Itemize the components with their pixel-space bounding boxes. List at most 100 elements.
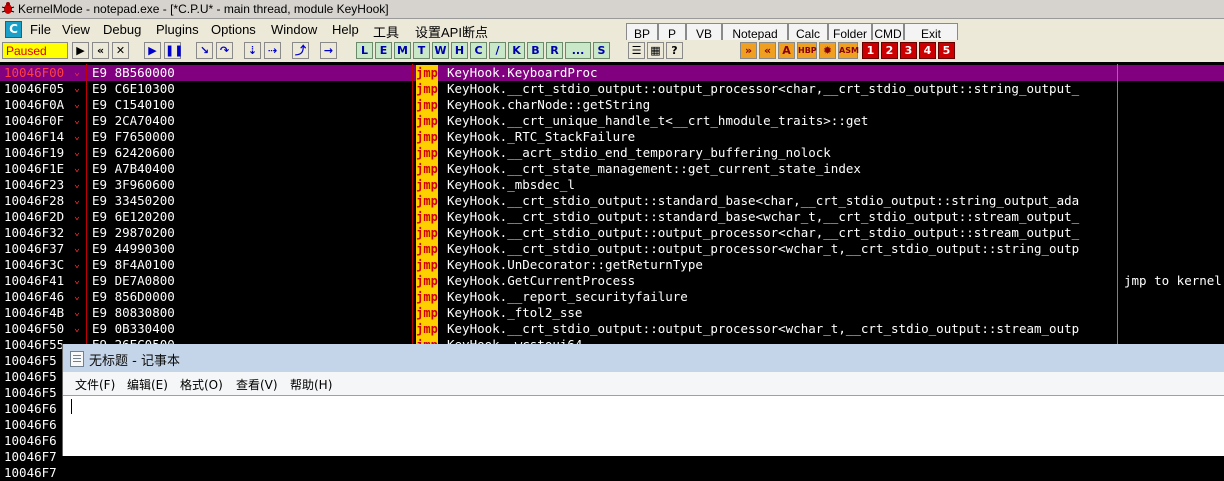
notepad-title: 无标题 - 记事本 <box>89 354 180 369</box>
jump-marker-icon: ⌄ <box>74 163 81 174</box>
trace-into-icon[interactable]: ⇣ <box>244 42 261 59</box>
partial-address: 10046F7 <box>4 465 57 480</box>
disasm-hex-bytes: E9 8B560000 <box>92 65 175 80</box>
menu-window[interactable]: Window <box>271 22 317 37</box>
step-into-icon[interactable]: ↘ <box>196 42 213 59</box>
run-icon[interactable]: ▶ <box>144 42 161 59</box>
windows-window-button[interactable]: W <box>432 42 449 59</box>
disasm-row[interactable]: 10046F4B ⌄ E9 80830800 jmp KeyHook._ftol2_ss… <box>0 305 1224 321</box>
disasm-address: 10046F32 <box>4 225 65 240</box>
disasm-row[interactable]: 10046F3C ⌄ E9 8F4A0100 jmp KeyHook.UnDecorat… <box>0 257 1224 273</box>
notepad-menu-format[interactable]: 格式(O) <box>180 376 223 393</box>
disasm-address: 10046F46 <box>4 289 65 304</box>
menu-file[interactable]: File <box>30 22 51 37</box>
breakpoints-window-button[interactable]: B <box>527 42 544 59</box>
disasm-hex-bytes: E9 6E120200 <box>92 209 175 224</box>
partial-address: 10046F6 <box>4 401 57 416</box>
patches-window-button[interactable]: / <box>489 42 506 59</box>
disasm-instruction: KeyHook._RTC_StackFailure <box>447 129 636 144</box>
handles-window-button[interactable]: H <box>451 42 468 59</box>
trace-over-icon[interactable]: ⇢ <box>264 42 281 59</box>
cpu-window-icon[interactable]: C <box>5 21 22 38</box>
notepad-menu-help[interactable]: 帮助(H) <box>290 376 332 393</box>
disasm-address: 10046F2D <box>4 209 65 224</box>
disasm-row[interactable]: 10046F05 ⌄ E9 C6E10300 jmp KeyHook.__crt_std… <box>0 81 1224 97</box>
menu-view[interactable]: View <box>62 22 90 37</box>
jump-marker-icon: ⌄ <box>74 323 81 334</box>
call-stack-window-button[interactable]: K <box>508 42 525 59</box>
source-window-button[interactable]: S <box>593 42 610 59</box>
disasm-hex-bytes: E9 856D0000 <box>92 289 175 304</box>
plugin-arrows-icon[interactable]: » <box>740 42 757 59</box>
notepad-window[interactable]: 无标题 - 记事本 文件(F) 编辑(E) 格式(O) 查看(V) 帮助(H) <box>62 344 1224 456</box>
jmp-badge: jmp <box>416 273 438 289</box>
grid-icon[interactable]: ▦ <box>647 42 664 59</box>
disasm-hex-bytes: E9 80830800 <box>92 305 175 320</box>
open-icon[interactable]: ▶ <box>72 42 89 59</box>
step-over-icon[interactable]: ↷ <box>216 42 233 59</box>
menu-options[interactable]: Options <box>211 22 256 37</box>
plugin-1-button[interactable]: 1 <box>862 42 879 59</box>
menu-plugins[interactable]: Plugins <box>156 22 199 37</box>
menu-tools[interactable]: 工具 <box>373 22 399 41</box>
disasm-row[interactable]: 10046F46 ⌄ E9 856D0000 jmp KeyHook.__report_… <box>0 289 1224 305</box>
jmp-badge: jmp <box>416 113 438 129</box>
status-paused-badge: Paused <box>2 42 68 59</box>
title-bar: KernelMode - notepad.exe - [*C.P.U* - ma… <box>0 0 1224 19</box>
execute-till-return-icon[interactable]: ⤴ <box>292 42 309 59</box>
disasm-row[interactable]: 10046F23 ⌄ E9 3F960600 jmp KeyHook._mbsdec_l <box>0 177 1224 193</box>
notepad-menu-edit[interactable]: 编辑(E) <box>127 376 168 393</box>
disasm-row[interactable]: 10046F0A ⌄ E9 C1540100 jmp KeyHook.charNode:… <box>0 97 1224 113</box>
disasm-address: 10046F23 <box>4 177 65 192</box>
disasm-row[interactable]: 10046F2D ⌄ E9 6E120200 jmp KeyHook.__crt_std… <box>0 209 1224 225</box>
disasm-row[interactable]: 10046F50 ⌄ E9 0B330400 jmp KeyHook.__crt_std… <box>0 321 1224 337</box>
help-icon[interactable]: ? <box>666 42 683 59</box>
jump-marker-icon: ⌄ <box>74 131 81 142</box>
disasm-row[interactable]: 10046F19 ⌄ E9 62420600 jmp KeyHook.__acrt_st… <box>0 145 1224 161</box>
disasm-row[interactable]: 10046F28 ⌄ E9 33450200 jmp KeyHook.__crt_std… <box>0 193 1224 209</box>
disasm-instruction: KeyHook.__crt_stdio_output::standard_bas… <box>447 193 1080 208</box>
notepad-menu-view[interactable]: 查看(V) <box>236 376 278 393</box>
disasm-row[interactable]: 10046F14 ⌄ E9 F7650000 jmp KeyHook._RTC_Stac… <box>0 129 1224 145</box>
disasm-hex-bytes: E9 3F960600 <box>92 177 175 192</box>
asm-icon[interactable]: ASM <box>838 42 859 59</box>
threads-window-button[interactable]: T <box>413 42 430 59</box>
plugin-3-button[interactable]: 3 <box>900 42 917 59</box>
plugin-4-button[interactable]: 4 <box>919 42 936 59</box>
log-window-button[interactable]: L <box>356 42 373 59</box>
jump-marker-icon: ⌄ <box>74 307 81 318</box>
hbp-icon[interactable]: HBP <box>797 42 817 59</box>
jump-marker-icon: ⌄ <box>74 67 81 78</box>
menu-help[interactable]: Help <box>332 22 359 37</box>
references-window-button[interactable]: R <box>546 42 563 59</box>
plugin-double-arrow-icon[interactable]: « <box>759 42 776 59</box>
notepad-menu-file[interactable]: 文件(F) <box>75 376 115 393</box>
disasm-row[interactable]: 10046F0F ⌄ E9 2CA70400 jmp KeyHook.__crt_uni… <box>0 113 1224 129</box>
plugin-5-button[interactable]: 5 <box>938 42 955 59</box>
plugin-ab-icon[interactable]: A <box>778 42 795 59</box>
disasm-row[interactable]: 10046F00 ⌄ E9 8B560000 jmp KeyHook.KeyboardP… <box>0 65 1224 81</box>
pause-icon[interactable]: ❚❚ <box>164 42 183 59</box>
memory-window-button[interactable]: M <box>394 42 411 59</box>
plugin-gear-icon[interactable]: ✹ <box>819 42 836 59</box>
disasm-row[interactable]: 10046F37 ⌄ E9 44990300 jmp KeyHook.__crt_std… <box>0 241 1224 257</box>
jmp-badge: jmp <box>416 209 438 225</box>
go-to-address-icon[interactable]: → <box>320 42 337 59</box>
notepad-title-bar[interactable]: 无标题 - 记事本 <box>63 344 1224 372</box>
menu-debug[interactable]: Debug <box>103 22 141 37</box>
menu-set-api-breakpoint[interactable]: 设置API断点 <box>415 22 488 41</box>
jmp-badge: jmp <box>416 241 438 257</box>
disasm-row[interactable]: 10046F41 ⌄ E9 DE7A0800 jmp KeyHook.GetCurren… <box>0 273 1224 289</box>
restart-icon[interactable]: « <box>92 42 109 59</box>
plugin-2-button[interactable]: 2 <box>881 42 898 59</box>
debug-toolbar: Paused ▶ « ✕ ▶ ❚❚ ↘ ↷ ⇣ ⇢ ⤴ → L E M T W … <box>0 40 1224 62</box>
disasm-row[interactable]: 10046F32 ⌄ E9 29870200 jmp KeyHook.__crt_std… <box>0 225 1224 241</box>
list-icon[interactable]: ☰ <box>628 42 645 59</box>
close-icon[interactable]: ✕ <box>112 42 129 59</box>
cpu-window-button[interactable]: C <box>470 42 487 59</box>
run-trace-window-button[interactable]: ... <box>565 42 591 59</box>
modules-window-button[interactable]: E <box>375 42 392 59</box>
jmp-badge: jmp <box>416 161 438 177</box>
disasm-row[interactable]: 10046F1E ⌄ E9 A7B40400 jmp KeyHook.__crt_sta… <box>0 161 1224 177</box>
jump-marker-icon: ⌄ <box>74 275 81 286</box>
